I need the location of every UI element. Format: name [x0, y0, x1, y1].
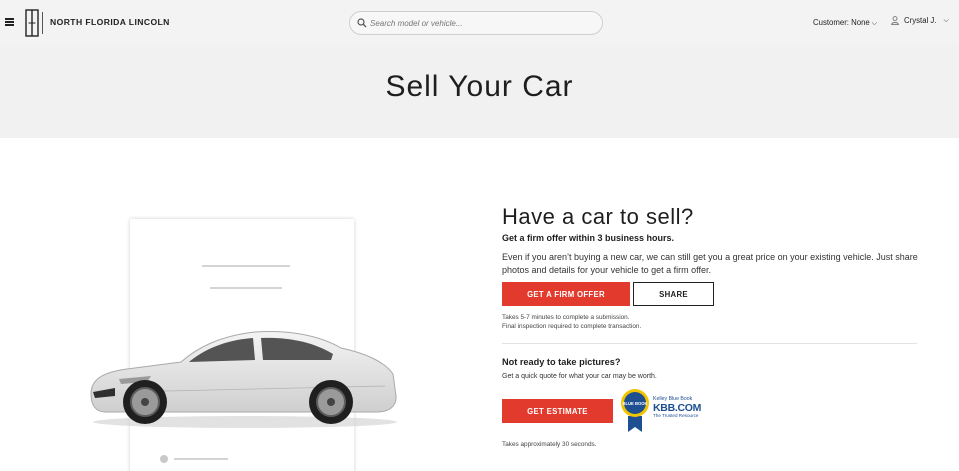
kbb-badge-logo[interactable]: BLUE BOOK [620, 388, 650, 432]
user-icon [891, 16, 899, 25]
customer-label: Customer: None [813, 18, 870, 27]
get-firm-offer-button[interactable]: GET A FIRM OFFER [502, 282, 630, 306]
top-navigation-bar: NORTH FLORIDA LINCOLN Customer: None⌵ Cr… [0, 0, 959, 45]
customer-dropdown[interactable]: Customer: None ⌵ [813, 18, 877, 28]
logo-divider [42, 12, 43, 34]
submission-note: Takes 5-7 minutes to complete a submissi… [502, 313, 641, 331]
share-button[interactable]: SHARE [633, 282, 714, 306]
get-estimate-button[interactable]: GET ESTIMATE [502, 399, 613, 423]
carousel-dot [160, 455, 168, 463]
search-input[interactable] [370, 15, 590, 32]
search-bar[interactable] [349, 11, 603, 35]
kbb-tagline: The Trusted Resource [653, 413, 699, 418]
hamburger-icon[interactable] [5, 18, 14, 26]
kbb-badge-text: BLUE BOOK [622, 401, 647, 406]
search-icon [357, 18, 367, 28]
user-name: Crystal J. [904, 16, 937, 25]
inspection-note: Final inspection required to complete tr… [502, 323, 642, 330]
sell-description: Even if you aren’t buying a new car, we … [502, 252, 918, 275]
car-illustration [90, 331, 397, 428]
sell-heading: Have a car to sell? [502, 204, 694, 229]
section-divider [502, 343, 917, 344]
estimate-time-note: Takes approximately 30 seconds. [502, 441, 597, 448]
page-title: Sell Your Car [385, 70, 574, 103]
placeholder-line [174, 458, 228, 460]
sell-subtitle: Get a firm offer within 3 business hours… [502, 233, 675, 243]
estimate-heading: Not ready to take pictures? [502, 357, 621, 367]
placeholder-line [210, 287, 282, 289]
chevron-down-icon: ⌵ [871, 20, 878, 27]
hero-banner: Sell Your Car [0, 45, 959, 138]
user-menu[interactable]: Crystal J. ⌵ [891, 16, 949, 25]
submission-time-note: Takes 5-7 minutes to complete a submissi… [502, 314, 630, 321]
placeholder-line [202, 265, 290, 267]
chevron-down-icon: ⌵ [943, 16, 949, 24]
dealer-name[interactable]: NORTH FLORIDA LINCOLN [50, 17, 170, 27]
lincoln-logo[interactable] [25, 9, 39, 37]
estimate-text: Get a quick quote for what your car may … [502, 373, 657, 380]
